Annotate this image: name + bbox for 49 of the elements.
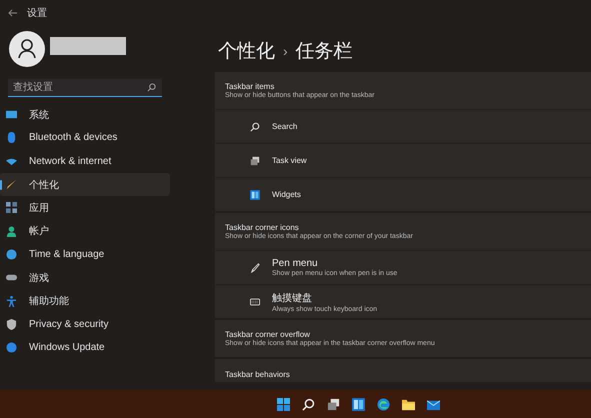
nav-item[interactable]: 个性化 [0, 172, 170, 196]
search-icon [147, 83, 156, 92]
row-label: Task view [272, 156, 307, 165]
nav-item[interactable]: Bluetooth & devices [0, 126, 170, 150]
nav-item[interactable]: 应用 [0, 196, 170, 220]
nav-item[interactable]: 游戏 [0, 266, 170, 290]
row-label: Pen menu [272, 258, 319, 269]
keyboard-icon [250, 296, 260, 306]
brush-icon [6, 179, 17, 190]
pen-icon [250, 262, 260, 272]
start-icon[interactable] [277, 398, 290, 410]
widgets-icon [250, 190, 260, 200]
nav-item[interactable]: Windows Update [0, 336, 170, 360]
section-title: Taskbar corner icons [225, 223, 300, 232]
accessibility-icon [6, 296, 17, 307]
settings-row[interactable]: Task view [215, 143, 591, 177]
nav-item[interactable]: Privacy & security [0, 312, 170, 336]
row-label: 触摸键盘 [272, 292, 313, 304]
row-label: Search [272, 122, 298, 131]
search-field[interactable]: 查找设置 [8, 79, 162, 97]
search-icon[interactable] [302, 398, 315, 410]
monitor-icon [6, 109, 17, 120]
window-title: 设置 [27, 6, 47, 20]
nav-item[interactable]: Time & language [0, 242, 170, 266]
task-view-icon[interactable] [327, 398, 340, 410]
widgets-icon[interactable] [352, 398, 365, 410]
back-arrow-icon[interactable] [8, 8, 18, 16]
task-view-icon [250, 156, 260, 166]
browser-icon[interactable] [377, 398, 390, 410]
breadcrumb-parent[interactable]: 个性化 [218, 38, 275, 64]
section-title: Taskbar behaviors [225, 370, 291, 379]
breadcrumb-separator: › [283, 43, 288, 59]
row-label: Widgets [272, 190, 301, 199]
mail-icon[interactable] [427, 398, 440, 410]
folder-icon[interactable] [402, 398, 415, 410]
avatar-icon [9, 31, 45, 67]
settings-row[interactable]: Widgets [215, 177, 591, 211]
nav-item[interactable]: Network & internet [0, 150, 170, 173]
nav-item[interactable]: 辅助功能 [0, 289, 170, 313]
page-title: 任务栏 [296, 40, 353, 64]
nav-item[interactable]: 帐户 [0, 219, 170, 243]
search-icon [250, 122, 260, 132]
settings-row[interactable]: Search [215, 109, 591, 143]
shield-icon [6, 318, 17, 330]
section-title: Taskbar corner overflow [225, 330, 311, 339]
apps-icon [6, 202, 17, 214]
nav-item[interactable]: 系统 [0, 103, 170, 126]
person-icon [6, 226, 17, 237]
section-title: Taskbar items [225, 82, 276, 91]
